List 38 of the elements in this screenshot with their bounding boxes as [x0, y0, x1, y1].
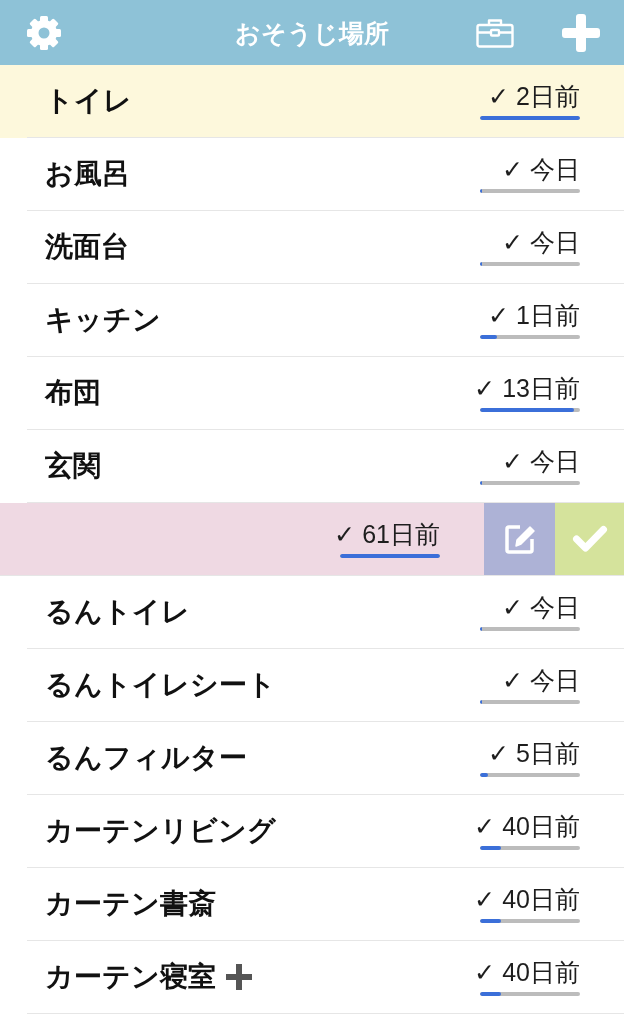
elapsed-days: ✓ 13日前	[474, 374, 580, 402]
place-name: るんフィルター	[45, 741, 247, 775]
list-row[interactable]: トイレ ✓ 2日前	[0, 65, 624, 138]
toolbox-button[interactable]	[476, 17, 514, 48]
elapsed-days: ✓ 今日	[502, 155, 580, 183]
elapsed-days: ✓ 今日	[502, 447, 580, 475]
header-title: おそうじ場所	[235, 17, 389, 49]
place-name: キッチン	[45, 303, 161, 337]
place-name: 洗面台	[45, 230, 129, 264]
settings-icon	[26, 14, 62, 51]
add-button[interactable]	[562, 13, 600, 52]
place-name: るんトイレ	[45, 595, 190, 629]
check-icon	[571, 525, 608, 553]
add-icon	[562, 13, 600, 52]
place-name: カーテン書斎	[45, 887, 216, 921]
place-name: お風呂	[45, 157, 130, 191]
place-name: るんトイレシート	[45, 668, 276, 702]
elapsed-days: ✓ 2日前	[488, 82, 580, 110]
elapsed-days: ✓ 40日前	[474, 958, 580, 986]
elapsed-days: ✓ 今日	[502, 593, 580, 621]
elapsed-days: ✓ 今日	[502, 666, 580, 694]
place-name: カーテンリビング	[45, 814, 276, 848]
place-name: トイレ	[45, 84, 132, 118]
place-name: 布団	[45, 376, 101, 410]
edit-button[interactable]	[484, 503, 555, 575]
list-row[interactable]: ✓ 61日前	[0, 503, 624, 576]
settings-button[interactable]	[26, 14, 62, 51]
elapsed-days: ✓ 今日	[502, 228, 580, 256]
place-name: 玄関	[45, 449, 101, 483]
place-name: カーテン寝室	[45, 960, 216, 994]
elapsed-days: ✓ 40日前	[474, 885, 580, 913]
elapsed-days: ✓ 5日前	[488, 739, 580, 767]
elapsed-days: ✓ 1日前	[488, 301, 580, 329]
done-button[interactable]	[555, 503, 624, 575]
elapsed-days: ✓ 61日前	[334, 520, 440, 548]
edit-icon	[502, 522, 537, 556]
elapsed-days: ✓ 40日前	[474, 812, 580, 840]
toolbox-icon	[476, 17, 514, 48]
